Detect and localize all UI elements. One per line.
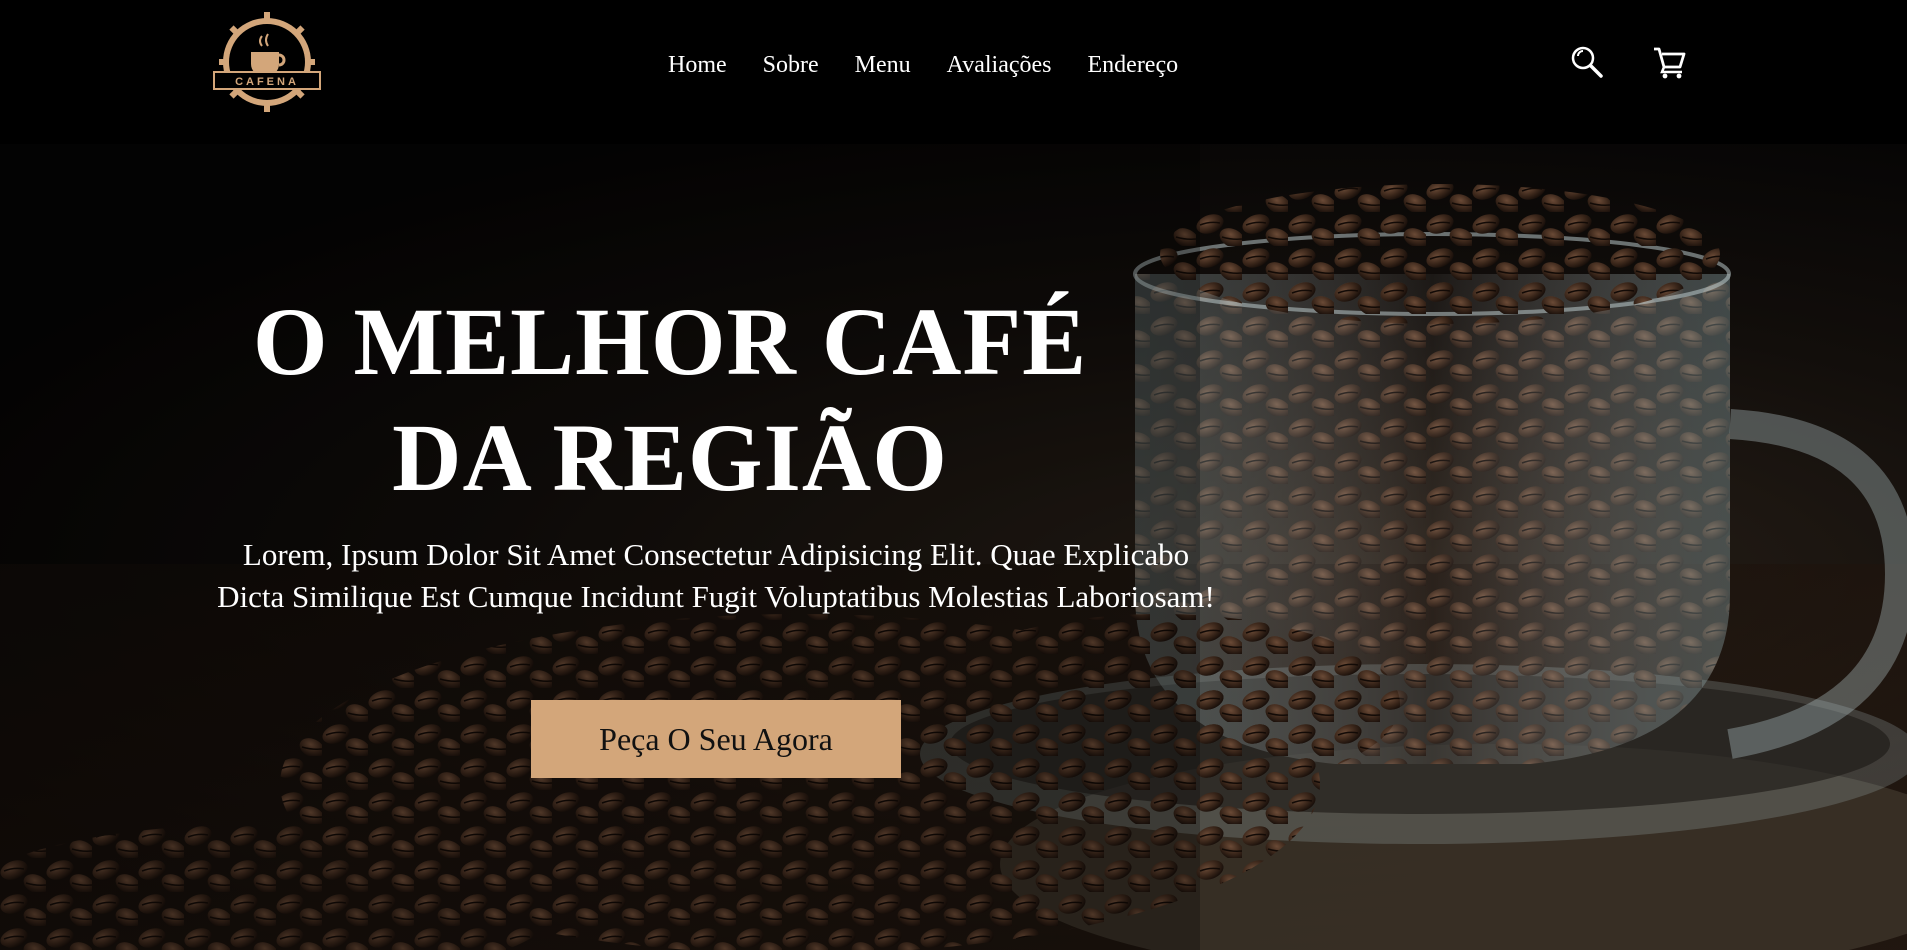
- page: CAFENA Home Sobre Menu Avaliações Endere…: [0, 0, 1907, 950]
- nav-item-endereco[interactable]: Endereço: [1070, 48, 1197, 82]
- hero-title-line-1: O MELHOR CAFÉ: [252, 288, 1088, 395]
- site-header: CAFENA Home Sobre Menu Avaliações Endere…: [0, 0, 1907, 144]
- order-now-button[interactable]: Peça O Seu Agora: [531, 700, 901, 778]
- nav-item-sobre[interactable]: Sobre: [745, 48, 837, 82]
- cafena-logo-icon: CAFENA: [213, 12, 321, 112]
- brand-logo[interactable]: CAFENA: [206, 12, 328, 112]
- search-icon: [1571, 46, 1603, 78]
- nav-item-home[interactable]: Home: [650, 48, 745, 82]
- cart-button[interactable]: [1647, 40, 1691, 84]
- main-nav: Home Sobre Menu Avaliações Endereço: [650, 48, 1196, 82]
- nav-item-menu[interactable]: Menu: [837, 48, 929, 82]
- cart-icon: [1654, 47, 1686, 79]
- svg-text:CAFENA: CAFENA: [235, 76, 299, 88]
- search-button[interactable]: [1565, 40, 1609, 84]
- hero-title: O MELHOR CAFÉ DA REGIÃO: [200, 284, 1140, 516]
- hero-section: O MELHOR CAFÉ DA REGIÃO Lorem, Ipsum Dol…: [0, 144, 1907, 950]
- hero-title-line-2: DA REGIÃO: [392, 404, 948, 511]
- nav-item-avaliacoes[interactable]: Avaliações: [929, 48, 1070, 82]
- hero-subtitle: Lorem, Ipsum Dolor Sit Amet Consectetur …: [217, 537, 1215, 614]
